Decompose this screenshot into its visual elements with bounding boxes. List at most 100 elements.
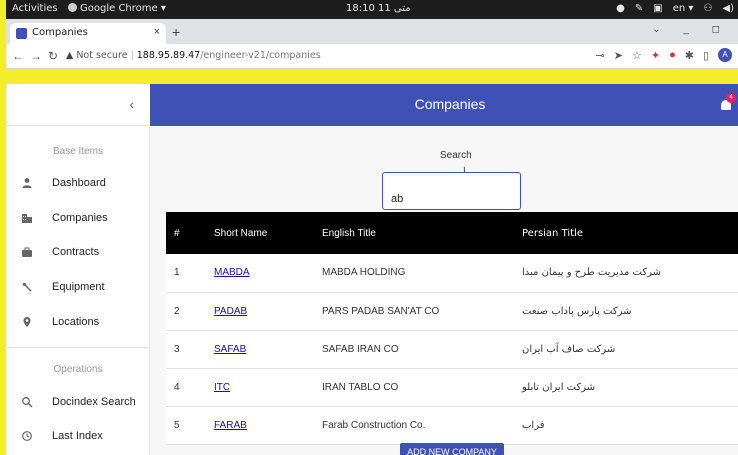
english-title-cell: IRAN TABLO CO <box>322 368 522 407</box>
warning-icon: ▲ <box>66 50 74 61</box>
tab-strip: Companies × + ⌄ _ ◻ <box>6 19 738 44</box>
clock[interactable]: 18:10 11 متی <box>346 3 411 14</box>
sidepanel-icon[interactable]: ▯ <box>703 49 709 62</box>
row-number: 5 <box>166 406 214 445</box>
table-row[interactable]: 1 MABDA MABDA HOLDING شرکت مدیریت طرح و … <box>166 254 738 293</box>
sidebar-item-label: Contracts <box>52 246 100 258</box>
back-icon[interactable]: ← <box>12 49 24 63</box>
record-icon[interactable]: ● <box>669 49 676 61</box>
short-name-cell: ITC <box>214 368 322 407</box>
system-tray[interactable]: ● ✎ ▣ en ▾ ⚇ ◀) <box>616 3 734 14</box>
network-icon[interactable]: ⚇ <box>703 3 712 14</box>
puzzle-icon[interactable]: ✱ <box>685 49 694 62</box>
profile-avatar[interactable]: A <box>718 48 732 62</box>
short-name-link[interactable]: MABDA <box>214 267 250 278</box>
sidebar-item-contracts[interactable]: Contracts <box>6 241 150 265</box>
sidebar-item-label: Dashboard <box>52 177 106 189</box>
app-menu[interactable]: Google Chrome ▾ <box>68 3 166 14</box>
window-controls[interactable]: ⌄ _ ◻ <box>652 24 730 35</box>
tab-close-icon[interactable]: × <box>154 26 160 38</box>
url-separator: | <box>130 50 134 61</box>
section-operations: Operations <box>53 364 103 375</box>
column-header-english-title[interactable]: English Title <box>322 212 522 254</box>
short-name-link[interactable]: SAFAB <box>214 344 246 355</box>
main-content: Search Ι # Short Name English Title Pers… <box>150 126 738 455</box>
notifications-button[interactable]: 4 <box>720 93 736 112</box>
collapse-chevron-icon[interactable]: ‹ <box>129 96 134 112</box>
row-number: 3 <box>166 330 214 369</box>
sidebar: Base Items Dashboard Companies Contracts… <box>6 126 150 455</box>
column-header-number[interactable]: # <box>166 212 214 254</box>
new-tab-button[interactable]: + <box>172 24 180 40</box>
address-bar: ← → ↻ ▲ Not secure | 188.95.89.47/engineer-… <box>6 44 738 69</box>
persian-title-cell: فراب <box>522 406 738 445</box>
column-header-persian-title[interactable]: Persian Title <box>522 212 738 254</box>
extension-icon[interactable]: ✦ <box>651 49 660 62</box>
chrome-icon <box>68 3 77 12</box>
language-indicator[interactable]: en ▾ <box>673 3 694 14</box>
toolbar-extensions: ⊸ ➤ ☆ ✦ ● ✱ ▯ A <box>596 48 732 62</box>
companies-table: # Short Name English Title Persian Title… <box>166 212 738 445</box>
persian-title-cell: شرکت صاف آب ایران <box>522 330 738 369</box>
table-header-row: # Short Name English Title Persian Title <box>166 212 738 254</box>
search-icon <box>20 396 34 410</box>
sidebar-item-equipment[interactable]: Equipment <box>6 276 150 300</box>
short-name-cell: MABDA <box>214 254 322 293</box>
row-number: 2 <box>166 292 214 331</box>
sidebar-item-locations[interactable]: Locations <box>6 311 150 335</box>
sidebar-divider <box>6 347 149 348</box>
briefcase-icon <box>20 246 34 260</box>
forward-icon[interactable]: → <box>30 49 42 63</box>
page-title: Companies <box>414 96 486 112</box>
table-row[interactable]: 5 FARAB Farab Construction Co. فراب <box>166 406 738 445</box>
search-input[interactable] <box>382 172 521 210</box>
key-icon[interactable]: ⊸ <box>596 49 605 62</box>
url-field[interactable]: ▲ Not secure | 188.95.89.47/engineer-v21/co… <box>66 47 586 65</box>
app-toolbar: Companies 4 <box>150 84 738 126</box>
section-base-items: Base Items <box>52 146 104 157</box>
send-icon[interactable]: ➤ <box>614 49 623 62</box>
pen-icon[interactable]: ✎ <box>635 3 643 14</box>
sidebar-item-companies[interactable]: Companies <box>6 207 150 231</box>
add-new-company-button[interactable]: ADD NEW COMPANY <box>400 443 504 455</box>
short-name-link[interactable]: PADAB <box>214 306 247 317</box>
window-icon[interactable]: ▣ <box>653 3 662 14</box>
browser-tab[interactable]: Companies × <box>10 23 166 44</box>
notification-badge: 4 <box>726 93 736 103</box>
sidebar-item-dashboard[interactable]: Dashboard <box>6 172 150 196</box>
sidebar-item-docindex-search[interactable]: Docindex Search <box>6 391 150 415</box>
star-icon[interactable]: ☆ <box>632 49 642 62</box>
sidebar-item-label: Docindex Search <box>52 396 136 408</box>
sidebar-item-label: Locations <box>52 316 100 328</box>
app-menu-label: Google Chrome ▾ <box>80 3 166 14</box>
sidebar-header: ‹ <box>6 84 150 126</box>
table-row[interactable]: 2 PADAB PARS PADAB SAN'AT CO شرکت پارس پ… <box>166 292 738 331</box>
persian-title-cell: شرکت پارس پاداب صنعت <box>522 292 738 331</box>
url-path: /engineer-v21/companies <box>200 50 321 61</box>
short-name-link[interactable]: FARAB <box>214 420 247 431</box>
wrench-icon <box>20 281 34 295</box>
search-label: Search <box>440 150 472 161</box>
english-title-cell: MABDA HOLDING <box>322 254 522 293</box>
row-number: 1 <box>166 254 214 293</box>
tab-title: Companies <box>32 27 88 38</box>
favicon-icon <box>16 28 27 39</box>
not-secure-label: Not secure <box>76 50 128 61</box>
short-name-cell: PADAB <box>214 292 322 331</box>
persian-title-cell: شرکت ایران تابلو <box>522 368 738 407</box>
sidebar-item-last-index[interactable]: Last Index <box>6 425 150 449</box>
table-row[interactable]: 3 SAFAB SAFAB IRAN CO شرکت صاف آب ایران <box>166 330 738 369</box>
url-host: 188.95.89.47 <box>136 50 201 61</box>
reload-icon[interactable]: ↻ <box>48 49 58 63</box>
sidebar-item-label: Equipment <box>52 281 105 293</box>
table-row[interactable]: 4 ITC IRAN TABLO CO شرکت ایران تابلو <box>166 368 738 407</box>
column-header-short-name[interactable]: Short Name <box>214 212 322 254</box>
row-number: 4 <box>166 368 214 407</box>
person-icon <box>20 177 34 191</box>
activities-button[interactable]: Activities <box>12 3 58 14</box>
sidebar-item-label: Last Index <box>52 430 103 442</box>
shield-icon[interactable]: ● <box>616 3 625 14</box>
volume-icon[interactable]: ◀) <box>722 3 734 14</box>
short-name-link[interactable]: ITC <box>214 382 230 393</box>
english-title-cell: PARS PADAB SAN'AT CO <box>322 292 522 331</box>
